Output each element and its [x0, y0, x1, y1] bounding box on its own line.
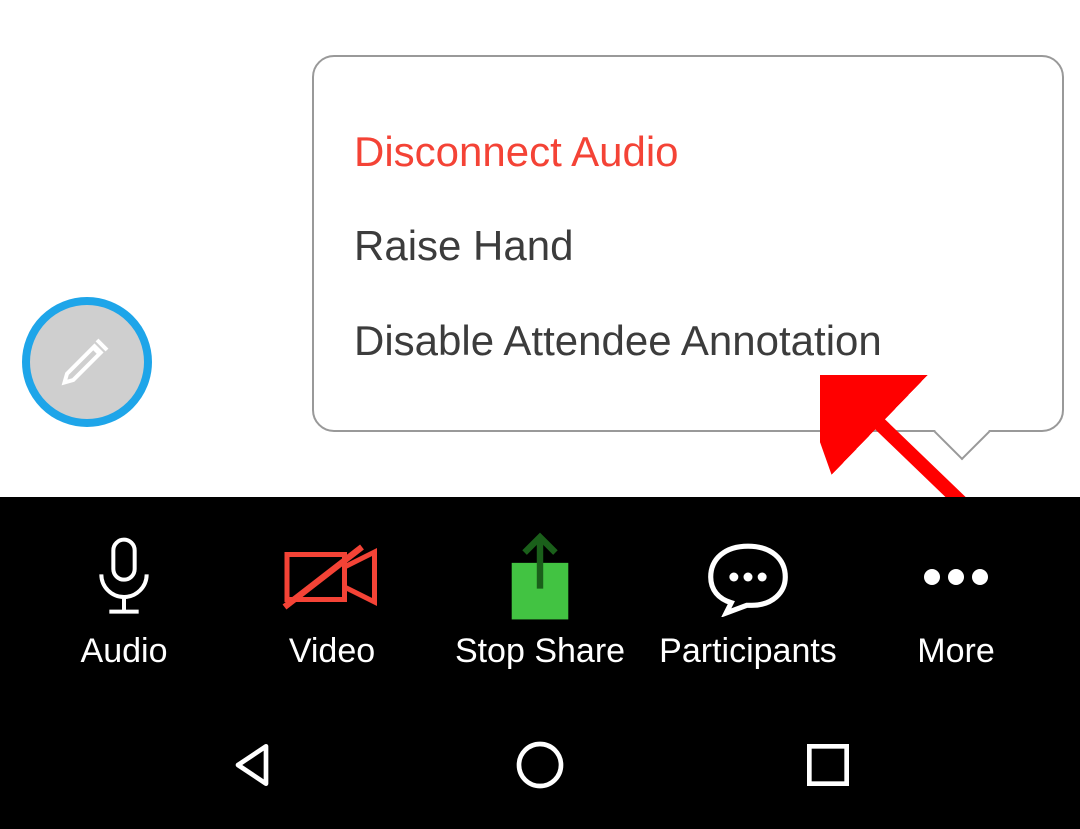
annotate-button[interactable] [22, 297, 152, 427]
menu-item-raise-hand[interactable]: Raise Hand [354, 199, 1022, 293]
video-label: Video [289, 632, 375, 671]
more-dots-icon [916, 532, 996, 622]
more-button[interactable]: More [852, 497, 1060, 706]
share-label: Stop Share [455, 632, 625, 671]
participants-label: Participants [659, 632, 837, 671]
circle-home-icon [512, 737, 568, 798]
menu-item-disconnect-audio[interactable]: Disconnect Audio [354, 105, 1022, 199]
stop-share-button[interactable]: Stop Share [436, 497, 644, 706]
nav-back-button[interactable] [216, 732, 288, 804]
pencil-icon [57, 330, 117, 395]
triangle-back-icon [224, 737, 280, 798]
menu-item-disable-attendee-annotation[interactable]: Disable Attendee Annotation [354, 294, 1022, 388]
more-menu-popup: Disconnect Audio Raise Hand Disable Atte… [312, 55, 1064, 432]
chat-bubble-icon [703, 532, 793, 622]
more-label: More [917, 632, 994, 671]
share-screen-icon [500, 532, 580, 622]
nav-home-button[interactable] [504, 732, 576, 804]
participants-button[interactable]: Participants [644, 497, 852, 706]
meeting-toolbar: Audio Video [0, 497, 1080, 706]
audio-button[interactable]: Audio [20, 497, 228, 706]
audio-label: Audio [81, 632, 168, 671]
popup-tail [934, 404, 991, 461]
camera-off-icon [282, 532, 382, 622]
video-button[interactable]: Video [228, 497, 436, 706]
android-nav-bar [0, 706, 1080, 829]
square-recent-icon [800, 737, 856, 798]
nav-recent-button[interactable] [792, 732, 864, 804]
microphone-icon [89, 532, 159, 622]
